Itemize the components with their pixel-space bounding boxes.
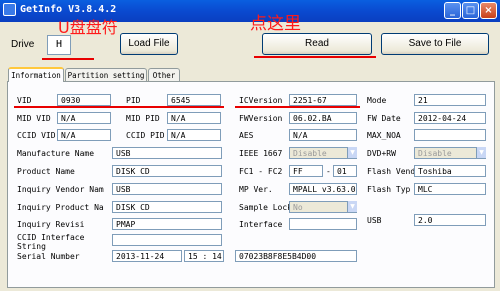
pid-label: PID [126,96,141,105]
ieee1667-label: IEEE 1667 [239,149,283,158]
pid-field[interactable]: 6545 [167,94,221,106]
drive-input[interactable]: H [47,35,71,55]
fwversion-label: FWVersion [239,114,283,123]
flash-vendor-label: Flash Vendo [367,167,420,176]
mid-vid-label: MID VID [17,114,51,123]
manufacture-name-label: Manufacture Name [17,149,95,158]
inquiry-revision-label: Inquiry Revisi [17,220,85,229]
fw-date-label: FW Date [367,114,401,123]
max-noa-label: MAX_NOA [367,131,401,140]
ccid-interface-field[interactable] [112,234,222,246]
ccid-vid-field[interactable]: N/A [57,129,111,141]
ccid-interface-label: CCID Interface String [17,233,85,251]
usb-field[interactable]: 2.0 [414,214,486,226]
product-name-label: Product Name [17,167,75,176]
fwversion-field[interactable]: 06.02.BA [289,112,357,124]
load-file-button[interactable]: Load File [120,33,178,55]
tab-partition-setting[interactable]: Partition setting [65,68,147,82]
vid-pid-underline [14,106,224,108]
mode-field[interactable]: 21 [414,94,486,106]
aes-field[interactable]: N/A [289,129,357,141]
dvd-rw-label: DVD+RW [367,149,396,158]
icversion-label: ICVersion [239,96,283,105]
click-here-annotation: 点这里 [250,14,301,34]
icversion-underline [235,106,360,108]
vid-label: VID [17,96,32,105]
ccid-vid-label: CCID VID [17,131,56,140]
aes-label: AES [239,131,254,140]
flash-type-label: Flash Typ [367,185,411,194]
drive-underline [42,58,94,60]
app-icon [3,3,16,16]
chevron-down-icon[interactable]: ▼ [476,147,486,158]
inquiry-product-field[interactable]: DISK CD [112,201,222,213]
inquiry-vendor-field[interactable]: USB [112,183,222,195]
udisk-annotation: U盘盘符 [58,18,118,37]
inquiry-revision-field[interactable]: PMAP [112,218,222,230]
close-button[interactable]: × [480,2,497,19]
drive-label: Drive [11,39,35,50]
inquiry-product-label: Inquiry Product Na [17,203,104,212]
minimize-button[interactable]: _ [444,2,461,19]
chevron-down-icon[interactable]: ▼ [347,201,357,212]
usb-label: USB [367,216,382,225]
mp-ver-field[interactable]: MPALL v3.63.00 [289,183,357,195]
fc-separator: - [326,167,331,176]
mid-vid-field[interactable]: N/A [57,112,111,124]
fc1-fc2-label: FC1 - FC2 [239,167,283,176]
max-noa-field[interactable] [414,129,486,141]
interface-field[interactable] [289,218,357,230]
serial-number-field[interactable]: 07023B8F8E5B4D00 [235,250,357,262]
read-underline [254,56,376,58]
ccid-pid-label: CCID PID [126,131,165,140]
fc1-field[interactable]: FF [289,165,323,177]
read-button[interactable]: Read [262,33,372,55]
mid-pid-label: MID PID [126,114,160,123]
tab-information[interactable]: Information [8,67,64,82]
serial-time-field[interactable]: 15 : 14 [184,250,224,262]
manufacture-name-field[interactable]: USB [112,147,222,159]
fc2-field[interactable]: 01 [333,165,357,177]
serial-date-field[interactable]: 2013-11-24 [112,250,182,262]
sample-lock-label: Sample Lock [239,203,292,212]
chevron-down-icon[interactable]: ▼ [347,147,357,158]
flash-vendor-field[interactable]: Toshiba [414,165,486,177]
serial-number-label: Serial Number [17,252,80,261]
product-name-field[interactable]: DISK CD [112,165,222,177]
icversion-field[interactable]: 2251-67 [289,94,357,106]
interface-label: Interface [239,220,283,229]
flash-type-field[interactable]: MLC [414,183,486,195]
mode-label: Mode [367,96,387,105]
mid-pid-field[interactable]: N/A [167,112,221,124]
mp-ver-label: MP Ver. [239,185,273,194]
vid-field[interactable]: 0930 [57,94,111,106]
inquiry-vendor-label: Inquiry Vendor Nam [17,185,104,194]
maximize-button[interactable]: □ [462,2,479,19]
tab-other[interactable]: Other [148,68,180,82]
save-file-button[interactable]: Save to File [381,33,489,55]
fw-date-field[interactable]: 2012-04-24 [414,112,486,124]
ccid-pid-field[interactable]: N/A [167,129,221,141]
